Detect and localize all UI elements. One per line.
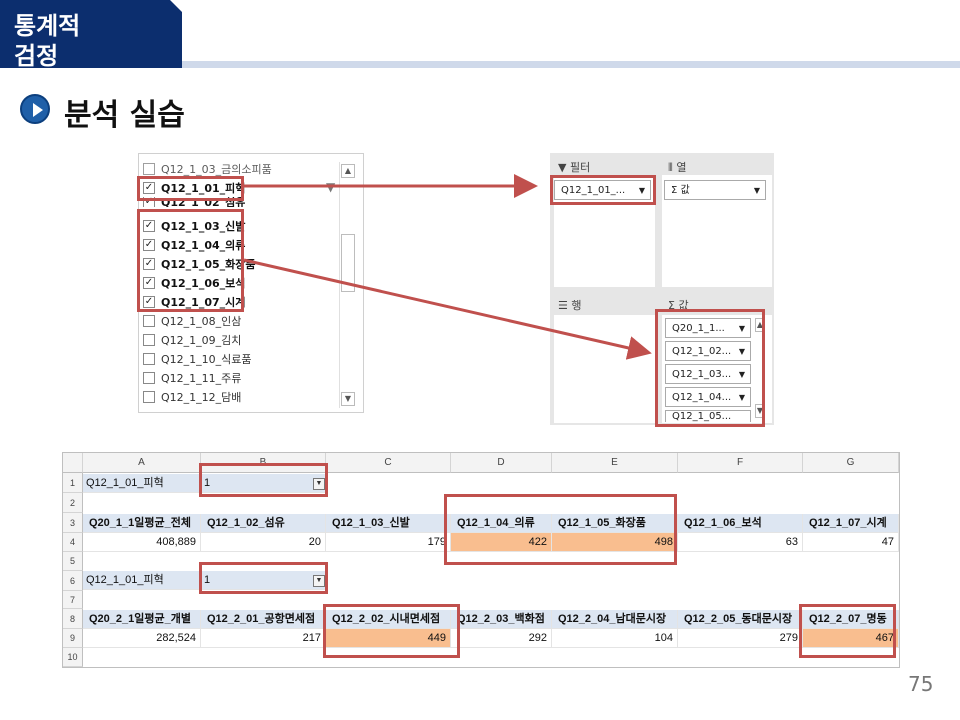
arrows-overlay <box>243 174 652 360</box>
arrow-values <box>243 258 652 360</box>
page-number: 75 <box>908 672 934 696</box>
